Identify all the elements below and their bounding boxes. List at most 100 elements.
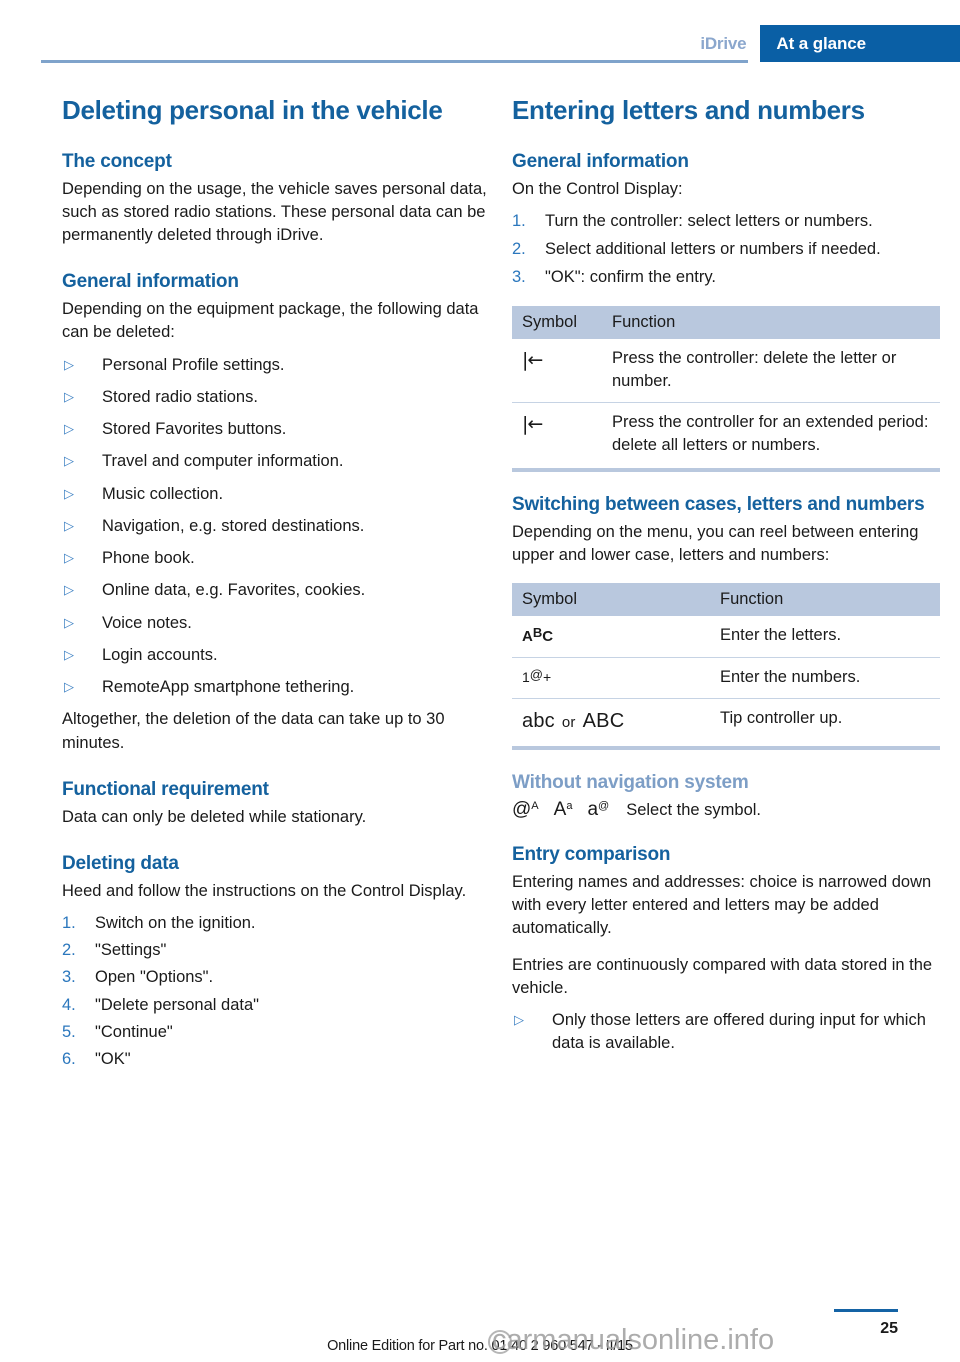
cell-symbol: abc or ABC <box>512 698 710 745</box>
step-label: Turn the controller: select letters or n… <box>545 211 873 230</box>
list-item-label: Online data, e.g. Favorites, cookies. <box>102 581 366 600</box>
step-number: 5. <box>62 1022 76 1041</box>
list-item: 6. "OK" <box>62 1048 490 1071</box>
footer-divider <box>834 1309 898 1312</box>
without-navigation-symbols: @A Aa a@ Select the symbol. <box>512 800 940 820</box>
column-header-function: Function <box>710 583 940 617</box>
heading-without-navigation-system: Without navigation system <box>512 772 749 794</box>
cell-function: Press the controller for an extended per… <box>602 401 940 466</box>
list-item: 5. "Continue" <box>62 1021 490 1044</box>
step-label: Select additional letters or numbers if … <box>545 240 881 259</box>
list-item: 2. "Settings" <box>62 939 490 962</box>
step-number: 6. <box>62 1050 76 1069</box>
breadcrumb-item-at-a-glance[interactable]: At a glance <box>760 25 960 62</box>
step-number: 2. <box>512 240 526 259</box>
list-item: ▷ Navigation, e.g. stored destinations. <box>62 515 490 538</box>
list-item-label: Stored radio stations. <box>102 387 258 406</box>
without-navigation-instruction: Select the symbol. <box>626 801 762 820</box>
glyph-base: 1 <box>522 669 530 686</box>
glyph-superscript: @ <box>598 800 610 813</box>
breadcrumb-item-idrive[interactable]: iDrive <box>690 25 761 62</box>
section-title-entering-letters: Entering letters and numbers <box>512 95 865 125</box>
paragraph-functional-requirement: Data can only be deleted while stationar… <box>62 807 367 826</box>
step-label: "Settings" <box>95 941 167 960</box>
step-label: "Delete personal data" <box>95 995 259 1014</box>
table-bottom-rule <box>512 467 940 472</box>
list-item: ▷ Stored radio stations. <box>62 386 490 409</box>
footer-edition-note: Online Edition for Part no. 01 40 2 960 … <box>327 1338 633 1354</box>
list-item: ▷ Voice notes. <box>62 612 490 635</box>
step-number: 1. <box>512 211 526 230</box>
column-header-function: Function <box>602 305 940 339</box>
numbers-symbols-icon: 1@+ <box>522 667 552 686</box>
list-item-label: Stored Favorites buttons. <box>102 420 287 439</box>
step-number: 3. <box>512 268 526 287</box>
case-toggle-icon: abc or ABC <box>522 710 624 732</box>
step-number: 4. <box>62 995 76 1014</box>
list-item-label: Travel and computer information. <box>102 452 344 471</box>
page-number: 25 <box>880 1320 898 1337</box>
cell-symbol: 1@+ <box>512 657 710 699</box>
left-column: Deleting personal in the vehicle The con… <box>62 95 490 1075</box>
glyph-base: A <box>553 799 567 821</box>
table-bottom-rule <box>512 746 940 751</box>
abc-letters-icon: ABC <box>522 625 554 646</box>
heading-deleting-data: Deleting data <box>62 852 179 874</box>
list-item: ▷ Phone book. <box>62 547 490 570</box>
glyph-base: @ <box>512 799 532 821</box>
list-item: ▷ Stored Favorites buttons. <box>62 418 490 441</box>
list-item-label: Phone book. <box>102 549 195 568</box>
backspace-icon: |← <box>522 348 543 371</box>
cell-symbol: |← <box>512 401 602 466</box>
triangle-bullet-icon: ▷ <box>64 453 74 469</box>
step-label: "OK": confirm the entry. <box>545 268 716 287</box>
list-item: 2. Select additional letters or numbers … <box>512 238 940 261</box>
list-item-label: Navigation, e.g. stored destinations. <box>102 516 365 535</box>
column-header-symbol: Symbol <box>512 583 710 617</box>
list-item: ▷ Music collection. <box>62 483 490 506</box>
paragraph-deleting-data: Heed and follow the instructions on the … <box>62 881 467 900</box>
paragraph-the-concept: Depending on the usage, the vehicle save… <box>62 179 487 245</box>
step-number: 3. <box>62 968 76 987</box>
page-header: iDrive At a glance <box>0 0 960 63</box>
triangle-bullet-icon: ▷ <box>64 614 74 630</box>
table-header-row: Symbol Function <box>512 305 940 339</box>
table-row: |← Press the controller for an extended … <box>512 401 940 466</box>
table-row: abc or ABC Tip controller up. <box>512 698 940 745</box>
triangle-bullet-icon: ▷ <box>64 679 74 695</box>
list-item-label: Voice notes. <box>102 613 192 632</box>
paragraph-control-display: On the Control Display: <box>512 179 683 198</box>
cell-function: Press the controller: delete the letter … <box>612 348 897 390</box>
heading-the-concept: The concept <box>62 150 172 172</box>
paragraph-general-information: Depending on the equipment package, the … <box>62 300 479 342</box>
table-row: |← Press the controller: delete the lett… <box>512 339 940 403</box>
glyph-or-label: or <box>561 714 576 732</box>
paragraph-entry-comparison-2: Entries are continuously compared with d… <box>512 955 933 997</box>
heading-general-information-right: General information <box>512 150 689 172</box>
glyph-lowercase: abc <box>522 710 555 733</box>
column-header-symbol: Symbol <box>512 305 602 339</box>
heading-entry-comparison: Entry comparison <box>512 844 671 866</box>
step-label: "Continue" <box>95 1022 173 1041</box>
list-item: 1. Turn the controller: select letters o… <box>512 210 940 233</box>
triangle-bullet-icon: ▷ <box>64 388 74 404</box>
step-label: Open "Options". <box>95 968 214 987</box>
cell-function: Enter the numbers. <box>710 657 940 699</box>
list-item: ▷ RemoteApp smartphone tethering. <box>62 676 490 699</box>
symbol-function-table-cases: Symbol Function ABC Enter the letters. 1… <box>512 583 940 745</box>
glyph-tail: + <box>543 669 552 686</box>
list-item: 1. Switch on the ignition. <box>62 912 490 935</box>
glyph-tail: C <box>542 628 554 646</box>
paragraph-switching-between-cases: Depending on the menu, you can reel betw… <box>512 522 919 564</box>
list-item-label: Only those letters are offered during in… <box>552 1011 926 1053</box>
step-number: 1. <box>62 913 76 932</box>
heading-functional-requirement: Functional requirement <box>62 778 269 800</box>
watermark-text: carmanualsonline.info <box>492 1324 775 1356</box>
list-item: 3. Open "Options". <box>62 966 490 989</box>
table-header-row: Symbol Function <box>512 583 940 617</box>
glyph-superscript: a <box>566 800 573 813</box>
triangle-bullet-icon: ▷ <box>64 356 74 372</box>
entering-steps: 1. Turn the controller: select letters o… <box>512 210 940 290</box>
triangle-bullet-icon: ▷ <box>64 582 74 598</box>
heading-general-information: General information <box>62 271 239 293</box>
